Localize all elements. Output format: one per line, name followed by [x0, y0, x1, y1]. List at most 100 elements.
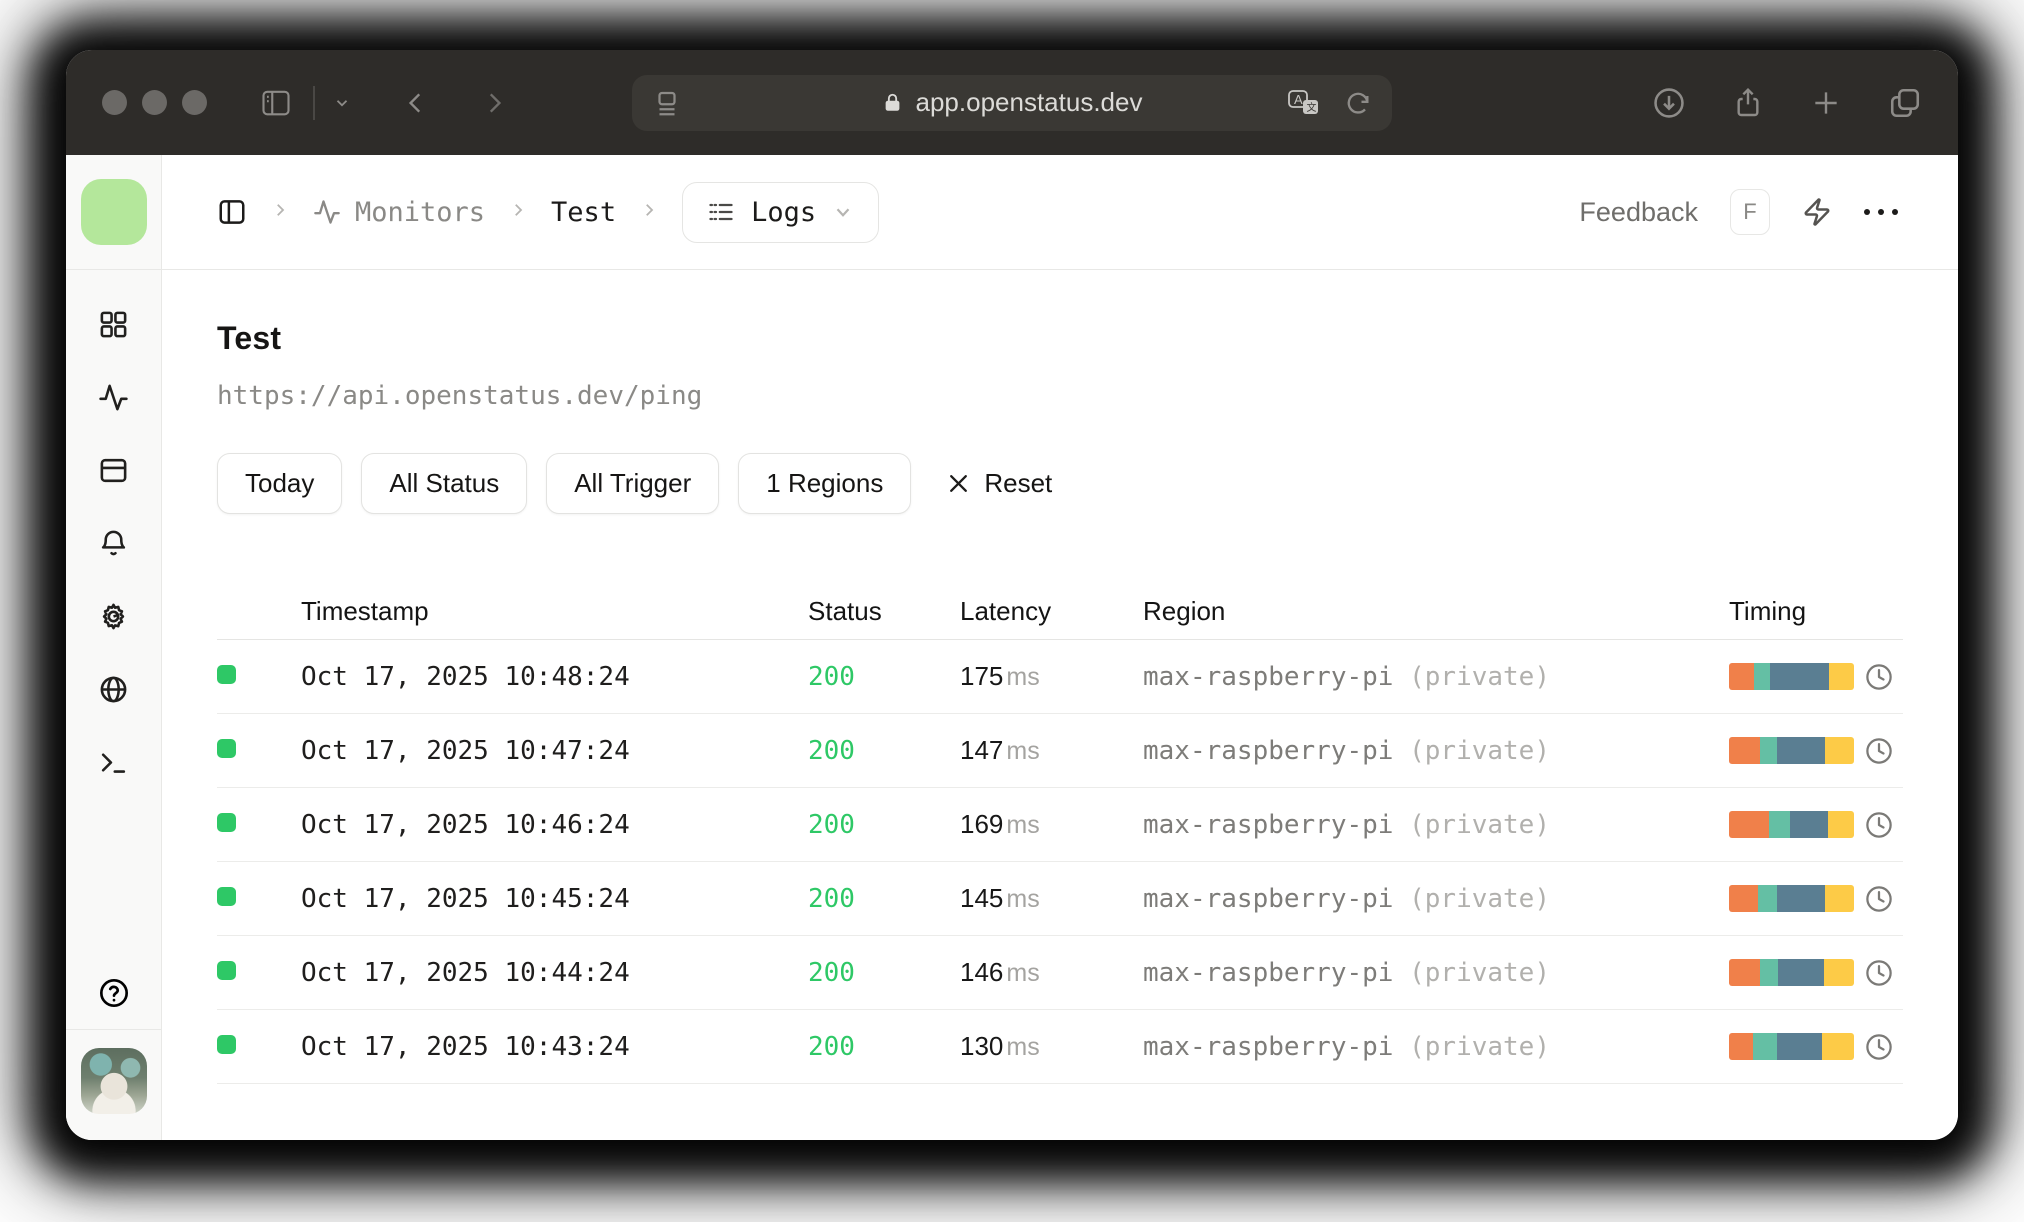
breadcrumb-monitors[interactable]: Monitors: [313, 197, 485, 228]
timing-segment: [1776, 737, 1826, 764]
timing-bar: [1729, 959, 1854, 986]
browser-window: app.openstatus.dev A 文 Monitors Test Log…: [66, 50, 1958, 1140]
log-timestamp: Oct 17, 2025 10:48:24: [301, 661, 630, 692]
sidebar-chevron-icon[interactable]: [333, 94, 351, 112]
timing-segment: [1729, 737, 1761, 764]
log-timestamp: Oct 17, 2025 10:46:24: [301, 809, 630, 840]
panel-toggle-icon[interactable]: [217, 197, 247, 227]
sidebar-item-settings[interactable]: [98, 600, 130, 632]
log-timestamp: Oct 17, 2025 10:47:24: [301, 735, 630, 766]
timing-segment: [1757, 885, 1777, 912]
browser-toolbar: app.openstatus.dev A 文: [66, 50, 1958, 155]
log-row[interactable]: Oct 17, 2025 10:45:24 200 145 ms max-rasp…: [217, 862, 1903, 936]
log-row[interactable]: Oct 17, 2025 10:47:24 200 147 ms max-rasp…: [217, 714, 1903, 788]
timing-segment: [1729, 663, 1754, 690]
page-settings-icon[interactable]: [652, 88, 682, 118]
timing-bar: [1729, 885, 1854, 912]
view-selector[interactable]: Logs: [682, 181, 880, 243]
timing-segment: [1790, 811, 1828, 838]
log-latency: 169 ms: [960, 809, 1040, 839]
log-region: max-raspberry-pi (private): [1143, 735, 1550, 766]
log-status-code: 200: [808, 809, 855, 840]
tab-overview-icon[interactable]: [1888, 86, 1922, 120]
clock-icon[interactable]: [1864, 810, 1894, 840]
timing-segment: [1825, 885, 1854, 912]
more-options-button[interactable]: [1864, 209, 1898, 215]
share-icon[interactable]: [1732, 86, 1764, 120]
log-row[interactable]: Oct 17, 2025 10:48:24 200 175 ms max-rasp…: [217, 640, 1903, 714]
log-row[interactable]: Oct 17, 2025 10:43:24 200 130 ms max-rasp…: [217, 1010, 1903, 1084]
log-status-code: 200: [808, 735, 855, 766]
filter-period-button[interactable]: Today: [217, 453, 343, 514]
timing-segment: [1777, 959, 1824, 986]
clock-icon[interactable]: [1864, 662, 1894, 692]
log-region: max-raspberry-pi (private): [1143, 883, 1550, 914]
column-header-timing: Timing: [1729, 596, 1807, 626]
status-ok-dot: [217, 812, 236, 832]
back-button[interactable]: [403, 88, 429, 118]
workspace-avatar[interactable]: [80, 179, 147, 245]
close-window-button[interactable]: [102, 90, 127, 115]
command-bolt-icon[interactable]: [1802, 196, 1832, 228]
clock-icon[interactable]: [1864, 884, 1894, 914]
new-tab-icon[interactable]: [1810, 87, 1842, 119]
log-row[interactable]: Oct 17, 2025 10:44:24 200 146 ms max-rasp…: [217, 936, 1903, 1010]
timing-segment: [1729, 1033, 1753, 1060]
sidebar-item-dashboard[interactable]: [98, 308, 130, 340]
log-status-code: 200: [808, 661, 855, 692]
sidebar-item-notifications[interactable]: [98, 527, 130, 559]
timing-segment: [1769, 811, 1791, 838]
log-row[interactable]: Oct 17, 2025 10:46:24 200 169 ms max-rasp…: [217, 788, 1903, 862]
timing-segment: [1754, 663, 1771, 690]
forward-button[interactable]: [481, 88, 507, 118]
timing-segment: [1776, 1033, 1822, 1060]
sidebar-item-cli[interactable]: [98, 746, 130, 778]
timing-segment: [1760, 737, 1777, 764]
timing-bar: [1729, 737, 1854, 764]
timing-segment: [1824, 959, 1854, 986]
timing-segment: [1776, 885, 1826, 912]
timing-bar: [1729, 1033, 1854, 1060]
timing-bar: [1729, 663, 1854, 690]
minimize-window-button[interactable]: [142, 90, 167, 115]
sidebar-item-domains[interactable]: [98, 673, 130, 705]
log-status-code: 200: [808, 1031, 855, 1062]
timing-segment: [1729, 885, 1758, 912]
filter-trigger-button[interactable]: All Trigger: [546, 453, 720, 514]
column-header-status: Status: [808, 596, 882, 626]
sidebar-item-status-pages[interactable]: [98, 454, 130, 486]
sidebar-item-monitors[interactable]: [98, 381, 130, 413]
clock-icon[interactable]: [1864, 958, 1894, 988]
feedback-button[interactable]: Feedback: [1579, 197, 1698, 228]
address-bar[interactable]: app.openstatus.dev A 文: [632, 74, 1392, 131]
monitor-endpoint: https://api.openstatus.dev/ping: [217, 381, 703, 411]
breadcrumb-chevron-icon: [640, 200, 658, 225]
breadcrumb-monitor-name[interactable]: Test: [551, 197, 616, 228]
timing-segment: [1829, 663, 1854, 690]
clock-icon[interactable]: [1864, 1032, 1894, 1062]
user-avatar[interactable]: [80, 1048, 147, 1114]
translate-icon[interactable]: A 文: [1286, 88, 1322, 118]
zoom-window-button[interactable]: [182, 90, 207, 115]
traffic-lights[interactable]: [102, 90, 207, 115]
breadcrumb-chevron-icon: [271, 200, 289, 225]
url-text[interactable]: app.openstatus.dev: [916, 87, 1143, 118]
help-icon[interactable]: [98, 977, 130, 1009]
rail-divider: [66, 1028, 161, 1030]
breadcrumb-chevron-icon: [509, 200, 527, 225]
timing-segment: [1729, 959, 1761, 986]
reload-icon[interactable]: [1344, 89, 1372, 117]
lock-icon: [885, 93, 900, 111]
sidebar-toggle-icon[interactable]: [259, 88, 293, 118]
downloads-icon[interactable]: [1652, 86, 1686, 120]
reset-filters-button[interactable]: Reset: [946, 468, 1052, 499]
timing-segment: [1827, 811, 1854, 838]
log-timestamp: Oct 17, 2025 10:43:24: [301, 1031, 630, 1062]
filter-status-button[interactable]: All Status: [361, 453, 528, 514]
log-latency: 147 ms: [960, 735, 1040, 765]
clock-icon[interactable]: [1864, 736, 1894, 766]
filter-regions-button[interactable]: 1 Regions: [738, 453, 912, 514]
column-header-timestamp: Timestamp: [301, 596, 429, 626]
svg-text:文: 文: [1307, 101, 1317, 114]
log-region: max-raspberry-pi (private): [1143, 809, 1550, 840]
